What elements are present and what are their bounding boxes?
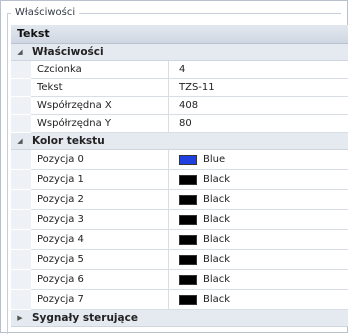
- row-gutter: [11, 230, 31, 250]
- group-title: Właściwości: [11, 5, 80, 21]
- category-label: Sygnały sterujące: [32, 312, 138, 324]
- color-name: Black: [203, 233, 231, 245]
- property-name: Współrzędna Y: [31, 115, 169, 133]
- color-value-pozycja-1[interactable]: Black: [169, 170, 348, 190]
- category-wlasciwosci[interactable]: ◢ Właściwości: [11, 44, 348, 61]
- color-value-pozycja-2[interactable]: Black: [169, 190, 348, 210]
- property-row-pozycja-6[interactable]: Pozycja 6 Black: [11, 270, 348, 290]
- property-name: Pozycja 5: [31, 250, 169, 270]
- color-name: Black: [203, 273, 231, 285]
- row-gutter: [11, 250, 31, 270]
- color-swatch: [179, 254, 197, 265]
- properties-panel: Właściwości Tekst ◢ Właściwości Czcionka…: [0, 0, 348, 334]
- color-swatch: [179, 214, 197, 225]
- property-value-wspolrzedna-y[interactable]: 80: [169, 115, 348, 133]
- color-swatch: [179, 194, 197, 205]
- property-name: Pozycja 3: [31, 210, 169, 230]
- triangle-right-icon[interactable]: ▶: [14, 310, 26, 326]
- category-kolor-tekstu[interactable]: ◢ Kolor tekstu: [11, 133, 348, 150]
- property-row-pozycja-0[interactable]: Pozycja 0 Blue: [11, 150, 348, 170]
- property-name: Współrzędna X: [31, 97, 169, 115]
- row-gutter: [11, 170, 31, 190]
- color-swatch: [179, 174, 197, 185]
- property-row-wspolrzedna-y[interactable]: Współrzędna Y 80: [11, 115, 348, 133]
- property-name: Pozycja 1: [31, 170, 169, 190]
- color-swatch: [179, 294, 197, 305]
- property-row-czcionka[interactable]: Czcionka 4: [11, 61, 348, 79]
- category-label: Kolor tekstu: [32, 135, 105, 147]
- row-gutter: [11, 210, 31, 230]
- object-title: Tekst: [11, 25, 348, 44]
- row-gutter: [11, 190, 31, 210]
- row-gutter: [11, 290, 31, 310]
- color-value-pozycja-3[interactable]: Black: [169, 210, 348, 230]
- property-name: Pozycja 6: [31, 270, 169, 290]
- row-gutter: [11, 150, 31, 170]
- property-value-wspolrzedna-x[interactable]: 408: [169, 97, 348, 115]
- property-row-pozycja-7[interactable]: Pozycja 7 Black: [11, 290, 348, 310]
- triangle-down-icon[interactable]: ◢: [14, 133, 26, 149]
- category-label: Właściwości: [32, 46, 104, 58]
- property-value-text: TZS-11: [179, 81, 215, 93]
- property-value-text: 80: [179, 117, 192, 129]
- property-value-czcionka[interactable]: 4: [169, 61, 348, 79]
- color-name: Black: [203, 173, 231, 185]
- color-swatch: [179, 154, 197, 165]
- property-name: Pozycja 2: [31, 190, 169, 210]
- group-border-left: [7, 13, 8, 334]
- property-grid[interactable]: Tekst ◢ Właściwości Czcionka 4 Tekst TZS…: [11, 25, 348, 334]
- property-row-pozycja-4[interactable]: Pozycja 4 Black: [11, 230, 348, 250]
- row-gutter: [11, 79, 31, 97]
- property-name: Czcionka: [31, 61, 169, 79]
- property-name: Tekst: [31, 79, 169, 97]
- property-name: Pozycja 4: [31, 230, 169, 250]
- color-swatch: [179, 274, 197, 285]
- color-name: Black: [203, 253, 231, 265]
- property-row-pozycja-5[interactable]: Pozycja 5 Black: [11, 250, 348, 270]
- property-row-pozycja-3[interactable]: Pozycja 3 Black: [11, 210, 348, 230]
- color-value-pozycja-4[interactable]: Black: [169, 230, 348, 250]
- triangle-down-icon[interactable]: ◢: [14, 44, 26, 60]
- row-gutter: [11, 270, 31, 290]
- color-name: Blue: [203, 153, 226, 165]
- row-gutter: [11, 97, 31, 115]
- color-value-pozycja-5[interactable]: Black: [169, 250, 348, 270]
- property-row-pozycja-2[interactable]: Pozycja 2 Black: [11, 190, 348, 210]
- color-value-pozycja-7[interactable]: Black: [169, 290, 348, 310]
- property-name: Pozycja 0: [31, 150, 169, 170]
- property-value-tekst[interactable]: TZS-11: [169, 79, 348, 97]
- color-name: Black: [203, 193, 231, 205]
- color-swatch: [179, 234, 197, 245]
- property-name: Pozycja 7: [31, 290, 169, 310]
- property-row-wspolrzedna-x[interactable]: Współrzędna X 408: [11, 97, 348, 115]
- color-name: Black: [203, 293, 231, 305]
- property-value-text: 408: [179, 99, 199, 111]
- category-sygnaly-sterujace[interactable]: ▶ Sygnały sterujące: [11, 310, 348, 327]
- property-value-text: 4: [179, 63, 186, 75]
- color-value-pozycja-6[interactable]: Black: [169, 270, 348, 290]
- row-gutter: [11, 115, 31, 133]
- color-value-pozycja-0[interactable]: Blue: [169, 150, 348, 170]
- color-name: Black: [203, 213, 231, 225]
- row-gutter: [11, 61, 31, 79]
- property-row-pozycja-1[interactable]: Pozycja 1 Black: [11, 170, 348, 190]
- property-row-tekst[interactable]: Tekst TZS-11: [11, 79, 348, 97]
